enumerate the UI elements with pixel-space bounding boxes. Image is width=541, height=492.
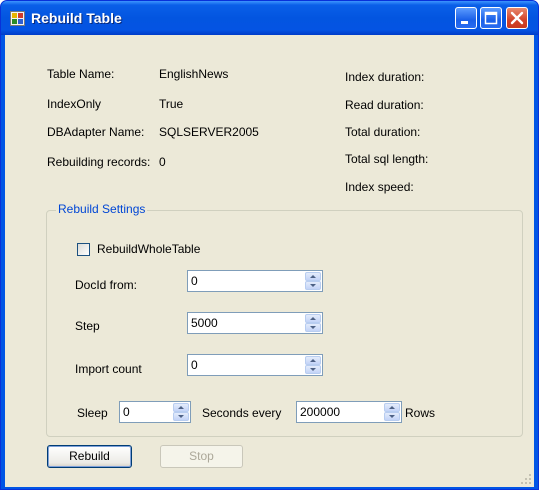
minimize-icon [461, 21, 468, 24]
index-only-value: True [159, 97, 184, 111]
sleep-label: Sleep [77, 406, 108, 420]
rows-spinner[interactable]: 200000 [296, 401, 402, 423]
arrow-up-icon [310, 317, 316, 320]
index-speed-label: Index speed: [345, 180, 414, 194]
rebuild-settings-group: Rebuild Settings RebuildWholeTable DocId… [46, 202, 523, 437]
rebuild-whole-table-checkbox[interactable] [77, 243, 90, 256]
spin-up-button[interactable] [305, 356, 321, 365]
docid-from-label: DocId from: [75, 278, 138, 292]
dbadapter-name-value: SQLSERVER2005 [159, 125, 259, 139]
table-name-label: Table Name: [47, 67, 115, 81]
total-duration-label: Total duration: [345, 125, 421, 139]
arrow-down-icon [178, 415, 184, 418]
step-label: Step [75, 319, 100, 333]
client-area: Table Name: EnglishNews IndexOnly True D… [5, 35, 534, 487]
rebuilding-records-label: Rebuilding records: [47, 155, 151, 169]
spin-up-button[interactable] [305, 314, 321, 323]
resize-grip-icon[interactable] [520, 473, 532, 485]
seconds-every-label: Seconds every [202, 406, 282, 420]
spinner-buttons [173, 403, 189, 421]
stop-button[interactable]: Stop [160, 445, 243, 468]
import-count-label: Import count [75, 362, 142, 376]
arrow-down-icon [310, 326, 316, 329]
sleep-value[interactable]: 0 [123, 405, 130, 419]
docid-from-value[interactable]: 0 [191, 274, 198, 288]
total-sql-length-label: Total sql length: [345, 152, 429, 166]
import-count-value[interactable]: 0 [191, 358, 198, 372]
app-icon [10, 11, 25, 26]
arrow-down-icon [310, 368, 316, 371]
step-value[interactable]: 5000 [191, 316, 218, 330]
dbadapter-name-label: DBAdapter Name: [47, 125, 145, 139]
window-title: Rebuild Table [31, 10, 122, 26]
docid-from-spinner[interactable]: 0 [187, 270, 323, 292]
spinner-buttons [384, 403, 400, 421]
arrow-down-icon [310, 284, 316, 287]
spin-up-button[interactable] [384, 403, 400, 412]
sleep-spinner[interactable]: 0 [119, 401, 191, 423]
arrow-down-icon [389, 415, 395, 418]
rebuild-table-window: Rebuild Table Table Name: EnglishNews In… [0, 0, 539, 490]
step-spinner[interactable]: 5000 [187, 312, 323, 334]
spin-down-button[interactable] [305, 365, 321, 374]
arrow-up-icon [389, 406, 395, 409]
spinner-buttons [305, 314, 321, 332]
index-duration-label: Index duration: [345, 70, 425, 84]
rebuild-whole-table-label[interactable]: RebuildWholeTable [97, 242, 200, 256]
spinner-buttons [305, 272, 321, 290]
rebuild-button[interactable]: Rebuild [47, 445, 132, 468]
index-only-label: IndexOnly [47, 97, 102, 111]
close-icon [510, 11, 524, 25]
rebuild-settings-title: Rebuild Settings [56, 202, 148, 216]
rows-value[interactable]: 200000 [300, 405, 340, 419]
minimize-button[interactable] [455, 7, 477, 29]
spin-down-button[interactable] [305, 323, 321, 332]
spin-down-button[interactable] [173, 412, 189, 421]
maximize-button[interactable] [480, 7, 502, 29]
arrow-up-icon [178, 406, 184, 409]
maximize-icon [484, 11, 498, 25]
spin-up-button[interactable] [305, 272, 321, 281]
spin-down-button[interactable] [305, 281, 321, 290]
spin-up-button[interactable] [173, 403, 189, 412]
title-bar[interactable]: Rebuild Table [1, 1, 538, 35]
spin-down-button[interactable] [384, 412, 400, 421]
spinner-buttons [305, 356, 321, 374]
rows-label: Rows [405, 406, 436, 420]
table-name-value: EnglishNews [159, 67, 229, 81]
rebuilding-records-value: 0 [159, 155, 166, 169]
arrow-up-icon [310, 359, 316, 362]
arrow-up-icon [310, 275, 316, 278]
close-button[interactable] [506, 7, 528, 29]
import-count-spinner[interactable]: 0 [187, 354, 323, 376]
read-duration-label: Read duration: [345, 98, 424, 112]
